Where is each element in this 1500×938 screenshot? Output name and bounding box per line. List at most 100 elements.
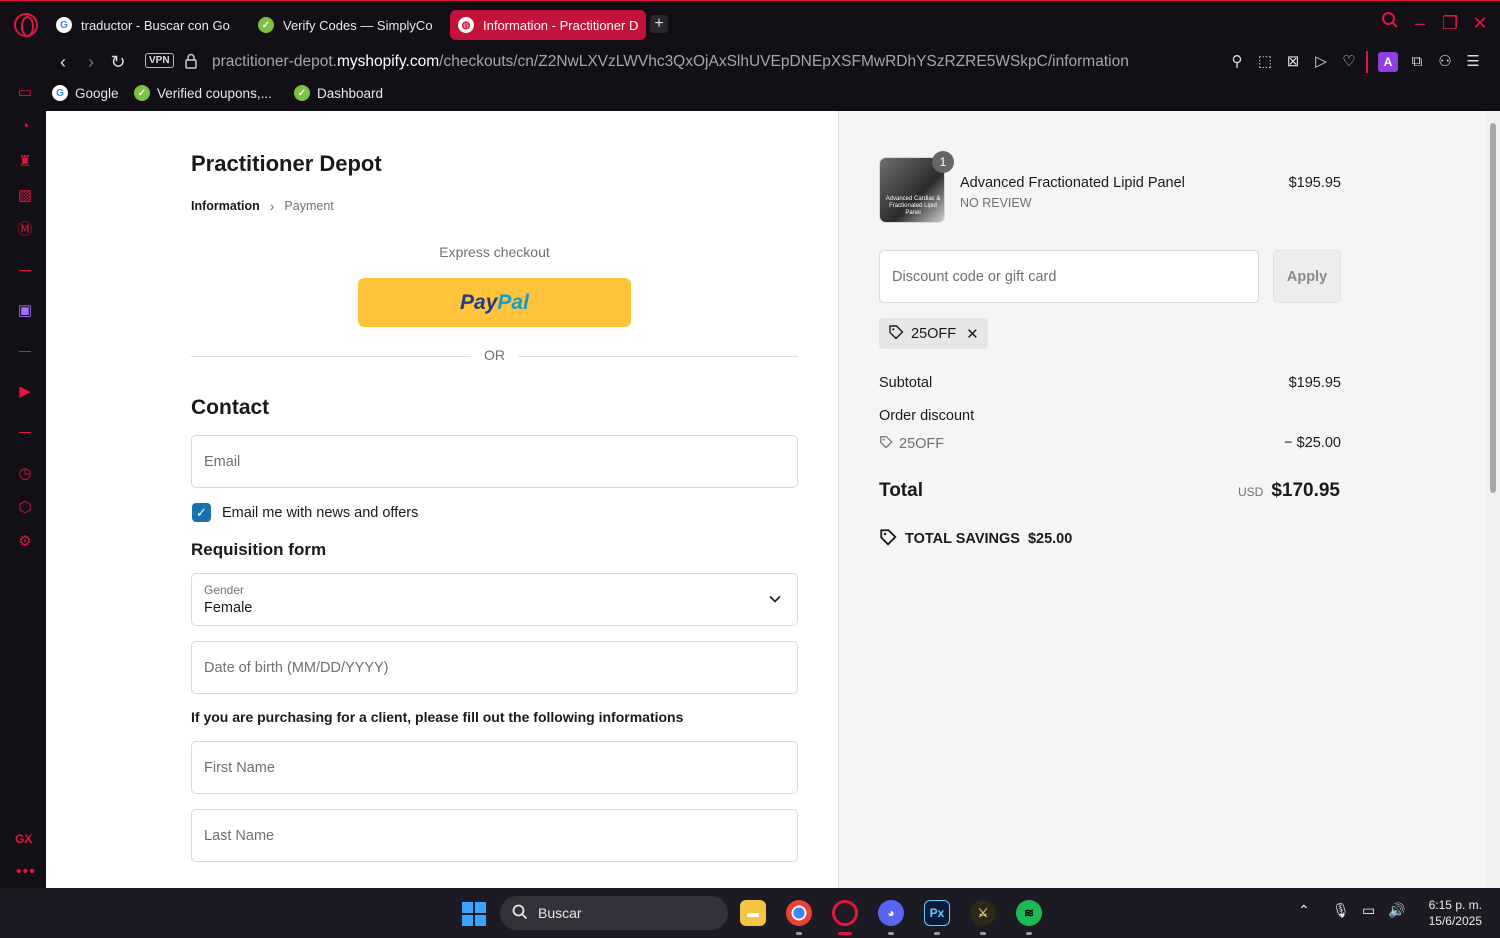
back-icon[interactable]: ‹ — [52, 51, 74, 73]
checkout-main: Practitioner Depot Information › Payment… — [46, 111, 838, 888]
player-sidebar-icon[interactable]: ▶ — [15, 382, 35, 402]
email-field[interactable]: Email — [191, 435, 798, 488]
gx-mods-icon[interactable]: Ⓜ — [15, 220, 35, 240]
forward-icon[interactable]: › — [80, 51, 102, 73]
search-label: Buscar — [538, 905, 582, 921]
page-scrollbar[interactable] — [1486, 111, 1500, 888]
discord-icon[interactable]: ◕ — [878, 900, 904, 926]
extensions-sidebar-icon[interactable]: ⬡ — [15, 498, 35, 518]
tray-expand-icon[interactable]: ⌃ — [1298, 902, 1310, 919]
profile-icon[interactable]: ⚇ — [1434, 51, 1456, 73]
reload-icon[interactable]: ↻ — [107, 51, 129, 73]
total-amount: $170.95 — [1271, 480, 1340, 501]
url-path: /checkouts/cn/Z2NwLXVzLWVhc3QxOjAxSlhUVE… — [439, 53, 1129, 70]
windows-start-icon[interactable] — [462, 902, 486, 926]
url-field[interactable]: practitioner-depot.myshopify.com/checkou… — [212, 50, 1129, 74]
extensions-icon[interactable]: ⧉ — [1406, 51, 1428, 73]
adblock-icon[interactable]: ⊠ — [1282, 51, 1304, 73]
gender-select[interactable]: Gender Female — [191, 573, 798, 626]
total-value: USD $170.95 — [1238, 480, 1340, 502]
discount-code-input[interactable]: Discount code or gift card — [879, 250, 1259, 303]
opera-gx-icon[interactable] — [832, 900, 858, 926]
sidebar-divider — [19, 270, 31, 271]
requisition-heading: Requisition form — [191, 540, 327, 559]
apply-button[interactable]: Apply — [1273, 250, 1341, 303]
search-icon — [512, 904, 528, 923]
contact-heading: Contact — [191, 396, 270, 419]
aria-icon[interactable]: A — [1378, 52, 1398, 72]
discount-value: − $25.00 — [1284, 435, 1341, 451]
news-offers-checkbox[interactable]: ✓ — [192, 503, 211, 522]
file-explorer-icon[interactable]: ▬ — [740, 900, 766, 926]
subtotal-label: Subtotal — [879, 375, 933, 391]
history-icon[interactable]: ◷ — [15, 464, 35, 484]
pin-icon[interactable]: ⚲ — [1226, 51, 1248, 73]
remove-discount-icon[interactable]: ✕ — [966, 325, 979, 343]
close-window-icon[interactable]: ✕ — [1468, 11, 1492, 35]
discount-code-text: 25OFF — [899, 436, 945, 452]
gx-icon[interactable]: GX — [15, 832, 32, 846]
search-tabs-icon[interactable] — [1378, 11, 1402, 35]
minimize-icon[interactable]: – — [1408, 11, 1432, 35]
spotify-icon[interactable]: ≋ — [1016, 900, 1042, 926]
gender-label: Gender — [204, 583, 245, 597]
game-app-icon[interactable]: ⚔ — [970, 900, 996, 926]
heart-icon[interactable]: ♡ — [1338, 51, 1360, 73]
gx-cleaner-icon[interactable]: ♜ — [15, 152, 35, 172]
restore-icon[interactable]: ❐ — [1438, 11, 1462, 35]
dob-placeholder: Date of birth (MM/DD/YYYY) — [204, 659, 389, 676]
product-name: Advanced Fractionated Lipid Panel — [960, 175, 1185, 191]
bookmark-verified-coupons[interactable]: ✓ Verified coupons,... — [134, 82, 272, 104]
savings-value: $25.00 — [1027, 531, 1073, 547]
breadcrumb-payment: Payment — [284, 199, 334, 213]
paypal-button[interactable]: Pay Pal — [358, 278, 631, 327]
product-subtitle: NO REVIEW — [960, 196, 1032, 210]
simplycodes-icon: ✓ — [258, 17, 274, 33]
bookmark-label: Dashboard — [317, 85, 384, 101]
snapshot-icon[interactable]: ⬚ — [1254, 51, 1276, 73]
hot-tabs-icon[interactable]: ▨ — [15, 186, 35, 206]
taskbar-search[interactable]: Buscar — [500, 896, 728, 930]
gx-control-icon[interactable]: ◔ — [15, 117, 35, 137]
breadcrumb-information: Information — [191, 199, 260, 213]
opera-menu-icon[interactable] — [14, 13, 38, 37]
news-offers-row[interactable]: ✓ Email me with news and offers — [192, 503, 418, 522]
simplycodes-icon: ✓ — [294, 85, 310, 101]
player-icon[interactable]: ▷ — [1310, 51, 1332, 73]
url-domain: myshopify.com — [336, 53, 440, 70]
simplycodes-icon: ✓ — [134, 85, 150, 101]
email-placeholder: Email — [204, 453, 241, 470]
easy-setup-icon[interactable]: ☰ — [1462, 51, 1484, 73]
pixel-app-icon[interactable]: Px — [924, 900, 950, 926]
bookmark-dashboard[interactable]: ✓ Dashboard — [294, 82, 383, 104]
tag-icon — [879, 435, 893, 453]
vpn-badge[interactable]: VPN — [145, 53, 174, 68]
network-icon[interactable]: ▭ — [1362, 902, 1375, 919]
more-icon[interactable]: ••• — [16, 863, 36, 881]
first-name-field[interactable]: First Name — [191, 741, 798, 794]
tab-traductor[interactable]: G traductor - Buscar con Go — [48, 10, 238, 40]
scrollbar-thumb[interactable] — [1490, 123, 1496, 493]
new-tab-button[interactable]: + — [650, 15, 668, 33]
last-name-field[interactable]: Last Name — [191, 809, 798, 862]
tab-information-practitioner[interactable]: ◍ Information - Practitioner D — [450, 10, 646, 40]
twitch-icon[interactable]: ▣ — [15, 301, 35, 321]
discount-code-label: 25OFF — [879, 435, 944, 453]
gx-corner-icon[interactable]: ▭ — [15, 83, 35, 103]
app-running-indicator — [934, 932, 940, 935]
lock-icon[interactable] — [185, 53, 197, 69]
tag-icon — [888, 324, 904, 343]
microphone-icon[interactable]: 🎙 — [1332, 902, 1350, 919]
taskbar-clock[interactable]: 6:15 p. m. 15/6/2025 — [1420, 897, 1482, 929]
volume-icon[interactable]: 🔊 — [1388, 902, 1405, 919]
date-of-birth-field[interactable]: Date of birth (MM/DD/YYYY) — [191, 641, 798, 694]
tab-title: Information - Practitioner D — [483, 17, 638, 33]
chrome-icon[interactable] — [786, 900, 812, 926]
subtotal-row: Subtotal $195.95 — [879, 375, 1341, 391]
settings-icon[interactable]: ⚙ — [15, 532, 35, 552]
bookmark-google[interactable]: G Google — [52, 82, 119, 104]
store-name[interactable]: Practitioner Depot — [191, 151, 382, 177]
subtotal-value: $195.95 — [1288, 375, 1341, 391]
tab-verify-codes[interactable]: ✓ Verify Codes — SimplyCo — [250, 10, 440, 40]
bookmarks-bar: G Google ✓ Verified coupons,... ✓ Dashbo… — [0, 80, 1500, 110]
